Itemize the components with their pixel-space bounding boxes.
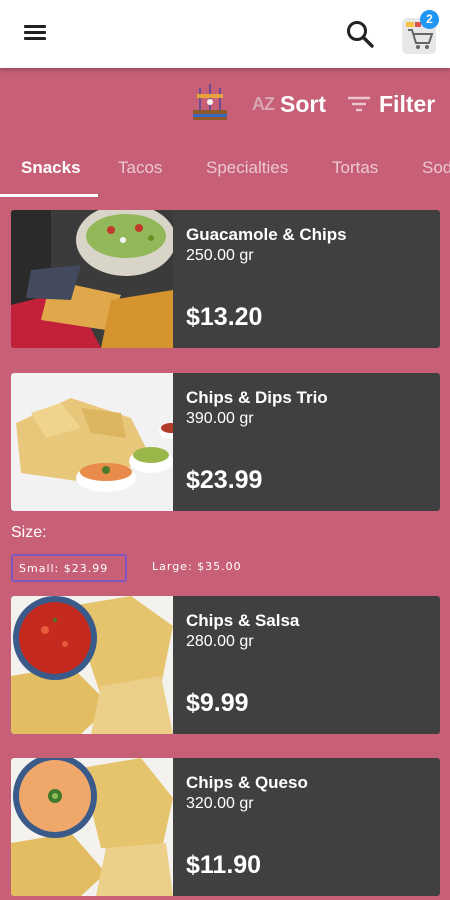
menu-icon[interactable]: [22, 22, 48, 44]
filter-icon: [348, 96, 370, 112]
product-price: $23.99: [186, 466, 263, 494]
product-image: [11, 758, 173, 896]
product-weight: 390.00 gr: [186, 410, 254, 427]
size-option-large[interactable]: Large: $35.00: [152, 554, 242, 582]
product-name: Chips & Queso: [186, 773, 308, 792]
product-price: $11.90: [186, 851, 262, 879]
product-name: Chips & Salsa: [186, 611, 300, 630]
restaurant-logo: [190, 80, 230, 126]
tab-tortas[interactable]: Tortas: [332, 158, 378, 178]
product-weight: 250.00 gr: [186, 247, 254, 264]
product-card-chips-queso[interactable]: Chips & Queso 320.00 gr $11.90: [11, 758, 440, 896]
search-icon[interactable]: [343, 17, 377, 51]
product-name: Chips & Dips Trio: [186, 388, 328, 407]
product-weight: 280.00 gr: [186, 633, 254, 650]
filter-button[interactable]: Filter: [347, 88, 435, 120]
active-tab-indicator: [0, 194, 98, 197]
tab-tacos[interactable]: Tacos: [118, 158, 162, 178]
product-price: $9.99: [186, 689, 249, 717]
sort-button[interactable]: AZ Sort: [252, 88, 326, 120]
tab-sodas[interactable]: Sod: [422, 158, 450, 178]
sort-label: Sort: [280, 90, 326, 117]
product-card-chips-salsa[interactable]: Chips & Salsa 280.00 gr $9.99: [11, 596, 440, 734]
size-option-small[interactable]: Small: $23.99: [11, 554, 127, 582]
product-price: $13.20: [186, 303, 263, 331]
cart-count-badge: 2: [420, 10, 439, 29]
size-label: Size:: [11, 524, 47, 541]
product-weight: 320.00 gr: [186, 795, 254, 812]
product-card-chips-dips-trio[interactable]: Chips & Dips Trio 390.00 gr $23.99: [11, 373, 440, 511]
product-image: [11, 373, 173, 511]
product-image: [11, 210, 173, 348]
product-card-guacamole-chips[interactable]: Guacamole & Chips 250.00 gr $13.20: [11, 210, 440, 348]
filter-label: Filter: [379, 90, 436, 117]
tab-snacks[interactable]: Snacks: [21, 158, 81, 178]
app-bar: 2: [0, 0, 450, 68]
tab-specialties[interactable]: Specialties: [206, 158, 288, 178]
product-image: [11, 596, 173, 734]
product-name: Guacamole & Chips: [186, 225, 347, 244]
sort-az-icon: AZ: [252, 93, 275, 114]
